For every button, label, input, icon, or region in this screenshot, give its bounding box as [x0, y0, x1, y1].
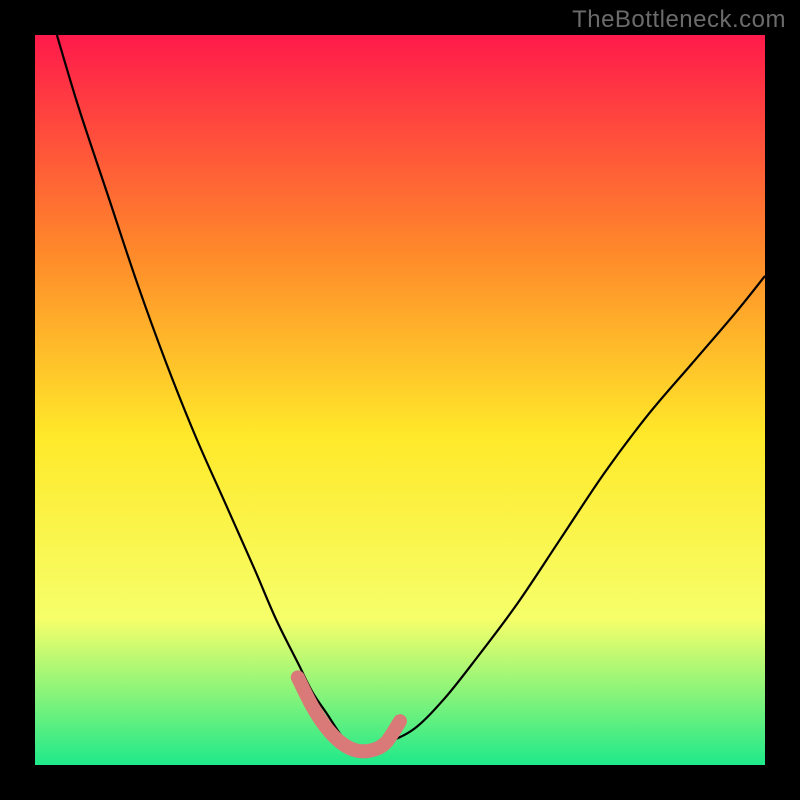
- bottleneck-chart: [35, 35, 765, 765]
- gradient-background: [35, 35, 765, 765]
- watermark-label: TheBottleneck.com: [572, 6, 786, 34]
- plot-area: [35, 35, 765, 765]
- chart-frame: TheBottleneck.com: [0, 0, 800, 800]
